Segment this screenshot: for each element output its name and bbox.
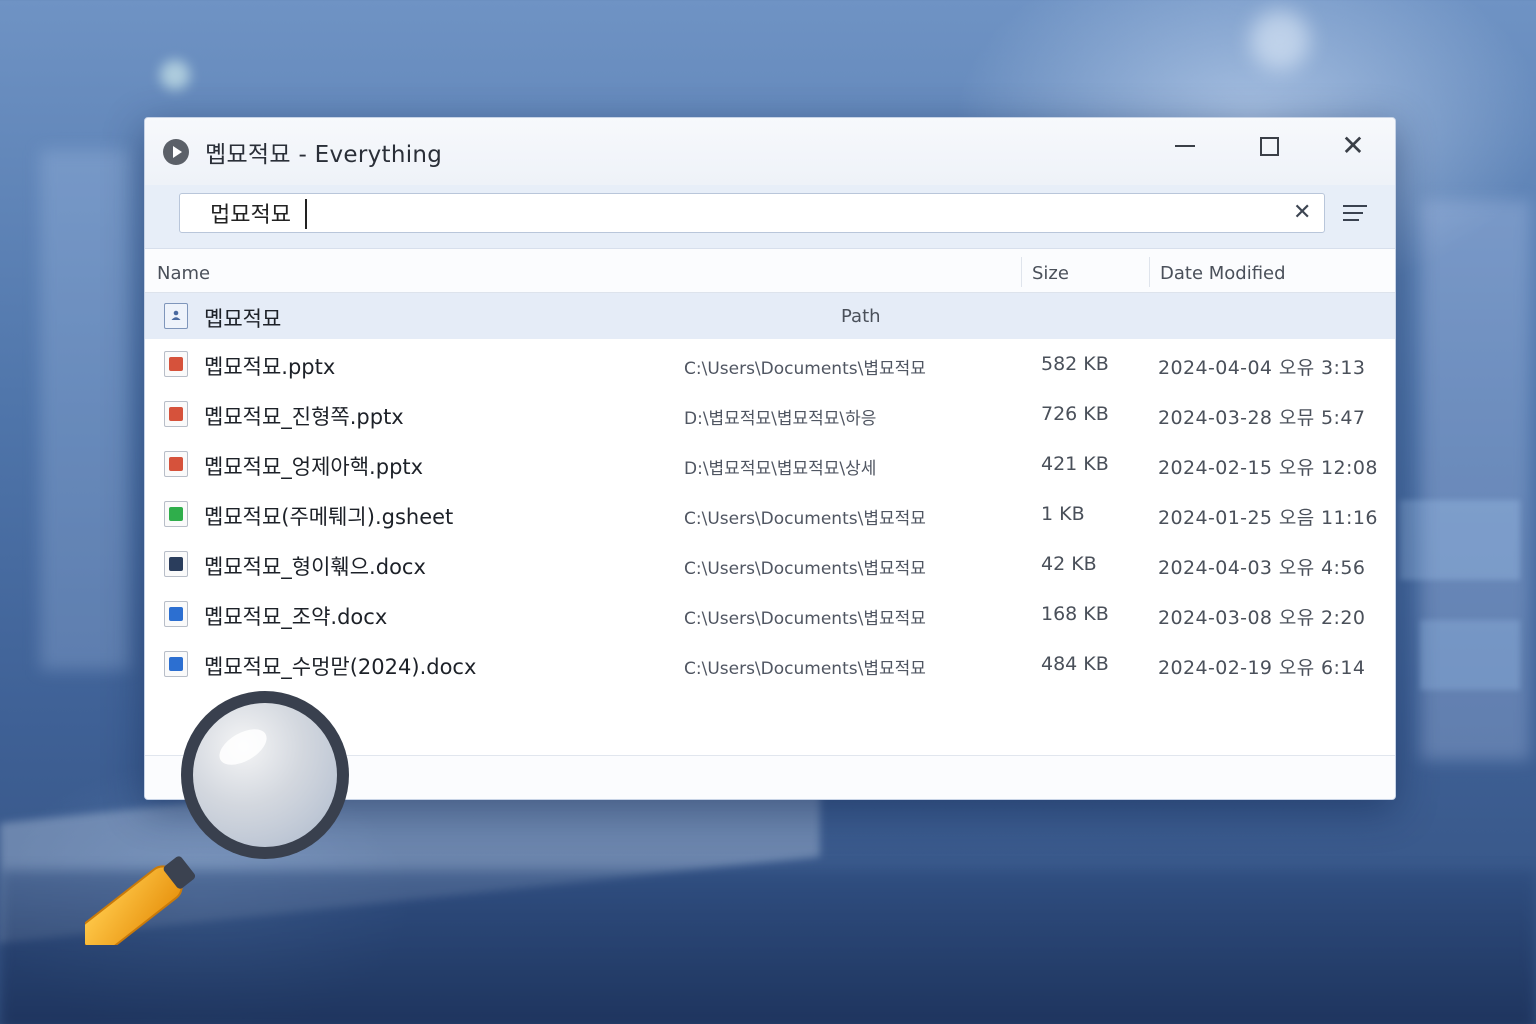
pptx-file-icon bbox=[164, 451, 188, 477]
background-window-left bbox=[40, 150, 130, 670]
folder-user-icon bbox=[164, 303, 188, 329]
file-row[interactable]: 몝묘적묘.pptx C:\Users\Documents\볍묘적묘 582 KB 20… bbox=[145, 339, 1395, 389]
file-name: 몝묘적묘_진형쪽.pptx bbox=[204, 405, 404, 429]
pptx-file-icon bbox=[164, 401, 188, 427]
file-date-modified: 2024-02-15 오유 12:08 bbox=[1158, 457, 1378, 479]
search-input[interactable] bbox=[179, 193, 1325, 233]
file-path: C:\Users\Documents\볍묘적묘 bbox=[684, 359, 926, 379]
file-type-badge bbox=[169, 507, 183, 521]
file-path: C:\Users\Documents\볍묘적묘 bbox=[684, 559, 926, 579]
file-name: 몝묘적묘_수멍맏(2024).docx bbox=[204, 655, 477, 679]
column-divider[interactable] bbox=[1021, 257, 1022, 287]
file-size: 421 KB bbox=[1041, 453, 1109, 475]
file-size: 582 KB bbox=[1041, 353, 1109, 375]
column-header: Name Size Date Modified bbox=[145, 249, 1395, 293]
results-list: 몝묘적묘 Path 몝묘적묘.pptx C:\Users\Documents\볍묘… bbox=[145, 293, 1395, 689]
minimize-button[interactable] bbox=[1143, 118, 1227, 174]
file-row[interactable]: 몝묘적묘_조약.docx C:\Users\Documents\볍묘적묘 168 K… bbox=[145, 589, 1395, 639]
file-type-badge bbox=[169, 407, 183, 421]
column-size[interactable]: Size bbox=[1032, 263, 1069, 284]
file-size: 168 KB bbox=[1041, 603, 1109, 625]
file-name: 몝묘적묘(주메퉤긔).gsheet bbox=[204, 505, 454, 529]
column-name[interactable]: Name bbox=[157, 263, 210, 284]
title-bar[interactable]: 몝묘적묘 - Everything ✕ bbox=[145, 118, 1395, 185]
file-row[interactable]: 몝묘적묘_수멍맏(2024).docx C:\Users\Documents\볍묘… bbox=[145, 639, 1395, 689]
search-bar: ✕ bbox=[145, 185, 1395, 249]
file-name: 몝묘적묘_형이훾으.docx bbox=[204, 555, 426, 579]
background-ceiling-light bbox=[1250, 10, 1310, 70]
maximize-button[interactable] bbox=[1227, 118, 1311, 174]
maximize-icon bbox=[1259, 136, 1279, 156]
background-floor bbox=[0, 870, 1536, 1024]
background-monitor bbox=[1400, 500, 1520, 580]
window-title: 몝묘적묘 - Everything bbox=[205, 141, 443, 168]
file-name: 몝묘적묘_엉제아핵.pptx bbox=[204, 455, 424, 479]
file-type-badge bbox=[169, 457, 183, 471]
file-type-badge bbox=[169, 657, 183, 671]
file-date-modified: 2024-04-03 오유 4:56 bbox=[1158, 557, 1366, 579]
file-type-badge bbox=[169, 557, 183, 571]
gsheet-file-icon bbox=[164, 501, 188, 527]
folder-name: 몝묘적묘 bbox=[204, 307, 282, 331]
pptx-file-icon bbox=[164, 351, 188, 377]
clear-search-icon[interactable]: ✕ bbox=[1293, 201, 1311, 225]
everything-window: 몝묘적묘 - Everything ✕ ✕ Name Size Date Mod… bbox=[144, 117, 1396, 800]
file-date-modified: 2024-01-25 오음 11:16 bbox=[1158, 507, 1378, 529]
file-path: D:\볍묘적묘\볍묘적묘\하응 bbox=[684, 409, 877, 429]
hamburger-menu-icon[interactable] bbox=[1343, 205, 1367, 226]
background-monitor bbox=[1420, 620, 1520, 690]
minimize-icon bbox=[1175, 145, 1195, 147]
column-divider[interactable] bbox=[1149, 257, 1150, 287]
column-date-modified[interactable]: Date Modified bbox=[1160, 263, 1286, 284]
file-size: 42 KB bbox=[1041, 553, 1097, 575]
everything-play-icon bbox=[163, 138, 189, 165]
file-size: 726 KB bbox=[1041, 403, 1109, 425]
user-glyph bbox=[171, 310, 181, 320]
file-path: D:\볍묘적묘\볍묘적묘\상세 bbox=[684, 459, 877, 479]
background-ceiling-light bbox=[160, 60, 190, 90]
docx-file-icon bbox=[164, 651, 188, 677]
file-row[interactable]: 몝묘적묘(주메퉤긔).gsheet C:\Users\Documents\볍묘적묘… bbox=[145, 489, 1395, 539]
file-path: C:\Users\Documents\볍묘적묘 bbox=[684, 509, 926, 529]
file-path: C:\Users\Documents\볍묘적묘 bbox=[684, 609, 926, 629]
file-name: 몝묘적묘_조약.docx bbox=[204, 605, 388, 629]
file-path: C:\Users\Documents\볍묘적묘 bbox=[684, 659, 926, 679]
status-bar bbox=[145, 755, 1395, 799]
file-size: 484 KB bbox=[1041, 653, 1109, 675]
background-window-right bbox=[1420, 200, 1530, 760]
close-icon: ✕ bbox=[1341, 129, 1365, 162]
file-row[interactable]: 몝묘적묘_형이훾으.docx C:\Users\Documents\볍묘적묘 42 … bbox=[145, 539, 1395, 589]
text-caret bbox=[305, 199, 307, 229]
file-type-badge bbox=[169, 357, 183, 371]
file-date-modified: 2024-03-28 오뮤 5:47 bbox=[1158, 407, 1366, 429]
window-controls: ✕ bbox=[1143, 118, 1395, 185]
file-rows: 몝묘적묘.pptx C:\Users\Documents\볍묘적묘 582 KB 20… bbox=[145, 339, 1395, 689]
file-name: 몝묘적묘.pptx bbox=[204, 355, 336, 379]
file-size: 1 KB bbox=[1041, 503, 1085, 525]
close-button[interactable]: ✕ bbox=[1311, 118, 1395, 174]
file-row[interactable]: 몝묘적묘_엉제아핵.pptx D:\볍묘적묘\볍묘적묘\상세 421 KB 2024-… bbox=[145, 439, 1395, 489]
path-column-label[interactable]: Path bbox=[841, 306, 881, 327]
docx-file-icon bbox=[164, 601, 188, 627]
docx-file-icon bbox=[164, 551, 188, 577]
file-date-modified: 2024-04-04 오유 3:13 bbox=[1158, 357, 1366, 379]
folder-row[interactable]: 몝묘적묘 Path bbox=[145, 293, 1395, 339]
file-type-badge bbox=[169, 607, 183, 621]
file-date-modified: 2024-02-19 오유 6:14 bbox=[1158, 657, 1366, 679]
file-date-modified: 2024-03-08 오유 2:20 bbox=[1158, 607, 1366, 629]
file-row[interactable]: 몝묘적묘_진형쪽.pptx D:\볍묘적묘\볍묘적묘\하응 726 KB 2024-0… bbox=[145, 389, 1395, 439]
